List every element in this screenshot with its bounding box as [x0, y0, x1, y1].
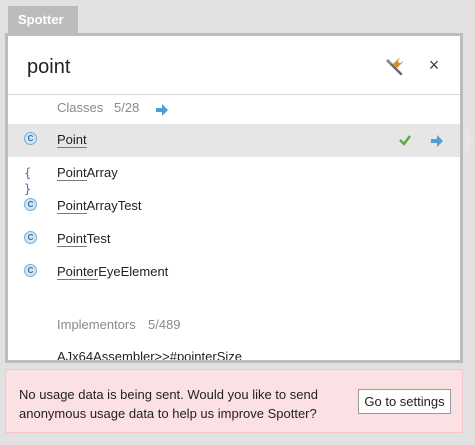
settings-button[interactable] — [385, 56, 405, 76]
item-label: PointTest — [57, 231, 111, 247]
list-item[interactable]: C Point — [8, 124, 460, 157]
item-label: AJx64Assembler>>#pointerSize — [57, 349, 242, 363]
go-to-settings-button[interactable]: Go to settings — [358, 389, 451, 414]
section-count: 5/489 — [148, 317, 181, 332]
list-item[interactable]: { } PointArray — [8, 157, 460, 196]
wrench-screwdriver-icon — [386, 58, 403, 76]
dive-in-arrow-icon[interactable] — [430, 134, 444, 148]
search-input[interactable] — [27, 53, 367, 81]
section-header-classes: Classes 5/28 — [8, 94, 460, 122]
scrollbar-thumb[interactable] — [460, 104, 463, 274]
scrollbar[interactable] — [460, 96, 463, 363]
list-item[interactable]: C PointArrayTest — [8, 190, 460, 223]
class-icon: C — [24, 231, 40, 247]
section-title: Classes — [57, 100, 104, 115]
search-bar: × — [8, 36, 460, 95]
class-icon: C — [24, 198, 40, 214]
tab-label: Spotter — [18, 12, 64, 27]
list-item[interactable]: C PointTest — [8, 223, 460, 256]
dive-in-arrow-icon[interactable] — [155, 103, 169, 117]
spotter-panel: × Classes 5/28 C Point { } PointArray C … — [5, 33, 463, 363]
class-icon: C — [24, 132, 40, 148]
trait-braces-icon: { } — [24, 166, 32, 196]
selection-pointer — [465, 123, 473, 155]
section-header-implementors: Implementors 5/489 — [8, 311, 460, 339]
usage-data-notice: No usage data is being sent. Would you l… — [5, 369, 463, 433]
section-count: 5/28 — [114, 100, 140, 115]
item-label: PointArrayTest — [57, 198, 142, 214]
item-label: PointArray — [57, 165, 118, 181]
spotter-tab: Spotter — [8, 6, 78, 34]
close-icon: × — [428, 55, 440, 75]
section-title: Implementors — [57, 317, 136, 332]
accept-check-icon[interactable] — [398, 133, 412, 147]
item-label: Point — [57, 132, 87, 148]
close-button[interactable]: × — [424, 54, 444, 76]
notice-text: No usage data is being sent. Would you l… — [19, 387, 318, 421]
list-item[interactable]: AJx64Assembler>>#pointerSize — [8, 341, 460, 363]
class-icon: C — [24, 264, 40, 280]
list-item[interactable]: C PointerEyeElement — [8, 256, 460, 289]
item-label: PointerEyeElement — [57, 264, 169, 280]
